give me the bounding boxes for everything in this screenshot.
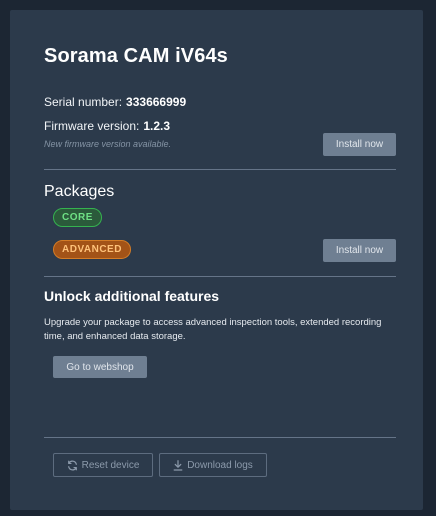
- serial-number-value: 333666999: [126, 95, 187, 109]
- app-background: Sorama CAM iV64s Serial number: 333666999…: [0, 0, 436, 516]
- refresh-icon: [67, 460, 78, 471]
- package-badge-core: CORE: [53, 208, 102, 227]
- firmware-version-value: 1.2.3: [143, 119, 171, 133]
- install-firmware-button[interactable]: Install now: [323, 133, 396, 156]
- firmware-version-label: Firmware version:: [44, 119, 140, 133]
- install-package-button[interactable]: Install now: [323, 239, 396, 262]
- unlock-features-title: Unlock additional features: [44, 288, 220, 304]
- unlock-features-description: Upgrade your package to access advanced …: [44, 317, 382, 342]
- firmware-version-row: Firmware version: 1.2.3: [44, 119, 170, 133]
- device-title: Sorama CAM iV64s: [44, 45, 228, 67]
- serial-number-row: Serial number: 333666999: [44, 95, 186, 109]
- divider: [44, 276, 396, 277]
- packages-title: Packages: [44, 183, 115, 200]
- download-icon: [173, 459, 183, 471]
- reset-device-button[interactable]: Reset device: [53, 453, 153, 477]
- download-logs-button[interactable]: Download logs: [159, 453, 267, 477]
- go-to-webshop-button[interactable]: Go to webshop: [53, 356, 147, 378]
- serial-number-label: Serial number:: [44, 95, 123, 109]
- divider: [44, 169, 396, 170]
- firmware-update-notice: New firmware version available.: [44, 139, 172, 149]
- package-badge-advanced: ADVANCED: [53, 240, 131, 259]
- divider: [44, 437, 396, 438]
- download-logs-label: Download logs: [187, 459, 253, 471]
- reset-device-label: Reset device: [81, 459, 140, 471]
